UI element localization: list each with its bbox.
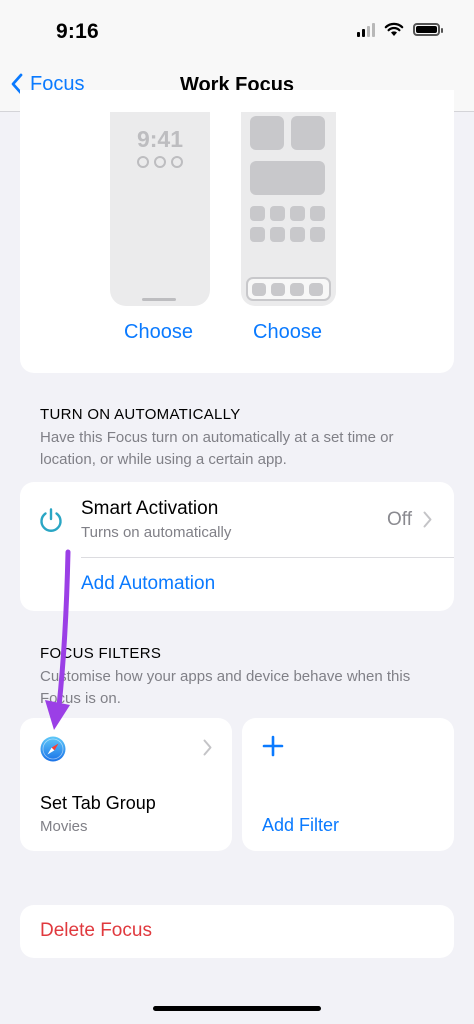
choose-lock-screen-button[interactable]: Choose [124,321,193,344]
app-placeholder [250,206,265,221]
filters-section-header: FOCUS FILTERS [40,645,162,662]
lock-screen-preview[interactable]: 9:41 [110,112,210,306]
plus-icon [262,735,284,757]
app-placeholder [310,206,325,221]
wifi-icon [384,22,404,36]
add-filter-card[interactable]: Add Filter [242,718,454,851]
smart-activation-subtitle: Turns on automatically [81,524,232,541]
app-placeholder [270,206,285,221]
screen-preview-card: 9:41 Choose Choose [20,90,454,373]
add-filter-label: Add Filter [262,815,340,835]
status-bar: 9:16 [0,0,474,60]
app-placeholder [310,227,325,242]
widget-placeholder [291,116,325,150]
lock-screen-time: 9:41 [136,126,184,152]
app-placeholder [270,227,285,242]
filter-title: Set Tab Group [40,793,156,813]
home-indicator [153,1006,321,1011]
smart-activation-title: Smart Activation [81,498,219,519]
lock-screen-home-bar [142,298,176,301]
safari-icon [40,736,66,762]
smart-activation-value: Off [387,509,412,530]
status-time: 9:16 [56,20,99,43]
battery-icon [413,23,443,36]
app-placeholder [290,206,305,221]
automation-section-header: TURN ON AUTOMATICALLY [40,406,241,423]
app-placeholder [290,227,305,242]
set-tab-group-filter-card[interactable]: Set Tab Group Movies [20,718,232,851]
delete-focus-button[interactable]: Delete Focus [20,905,454,958]
row-divider [81,557,454,558]
home-screen-preview[interactable] [241,112,336,306]
chevron-right-icon [203,739,212,756]
widget-placeholder [250,161,325,195]
widget-placeholder [250,116,284,150]
status-icons [357,22,443,37]
lock-screen-widgets [110,156,210,168]
add-automation-button[interactable]: Add Automation [81,573,215,595]
chevron-right-icon [423,511,432,528]
filters-section-description: Customise how your apps and device behav… [40,668,411,707]
cellular-signal-icon [357,22,375,37]
delete-focus-label: Delete Focus [40,920,152,941]
power-icon [40,508,62,532]
home-screen-dock [246,277,331,301]
choose-home-screen-button[interactable]: Choose [253,321,322,344]
app-placeholder [250,227,265,242]
automation-card: Smart Activation Turns on automatically … [20,482,454,611]
filter-subtitle: Movies [40,818,88,835]
automation-section-description: Have this Focus turn on automatically at… [40,429,394,468]
